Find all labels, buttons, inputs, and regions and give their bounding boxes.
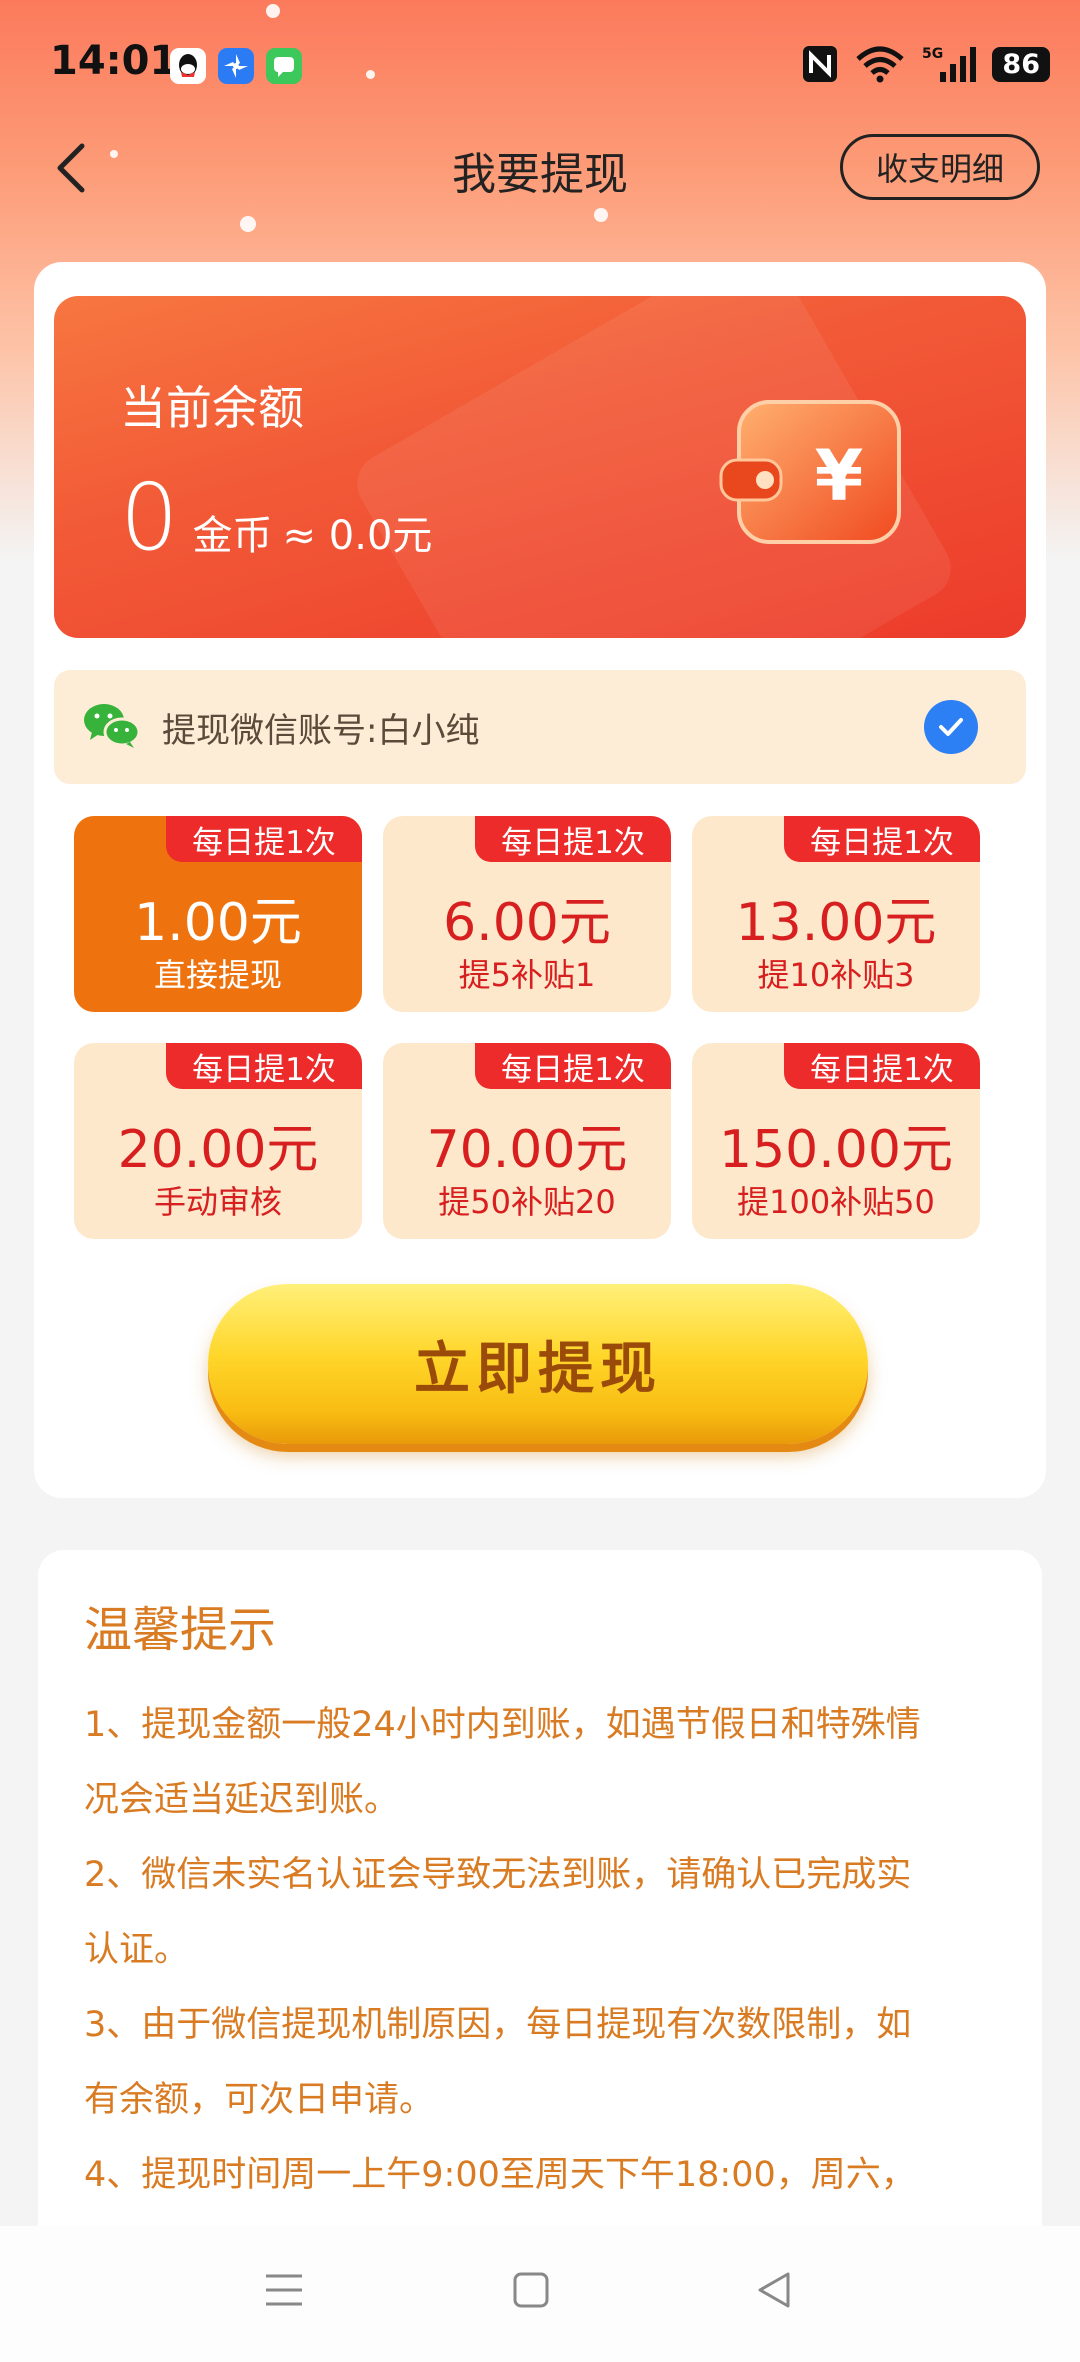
tips-title: 温馨提示 (84, 1602, 277, 1658)
daily-limit-badge: 每日提1次 (784, 1043, 980, 1089)
balance-approx: ≈ 0.0元 (282, 513, 433, 559)
status-time: 14:01 (50, 38, 178, 84)
back-triangle-icon[interactable] (754, 2270, 794, 2310)
check-icon[interactable] (924, 700, 978, 754)
balance-unit: 金币 (192, 513, 273, 559)
option-amount: 1.00元 (134, 893, 302, 953)
tip-line: 3、由于微信提现机制原因，每日提现有次数限制，如 (84, 2005, 912, 2045)
wechat-account-row[interactable]: 提现微信账号:白小纯 (54, 670, 1026, 784)
daily-limit-badge: 每日提1次 (475, 1043, 671, 1089)
battery-icon: 86 (992, 46, 1050, 82)
income-detail-button[interactable]: 收支明细 (840, 134, 1040, 200)
tip-line: 有余额，可次日申请。 (84, 2080, 435, 2120)
wifi-icon (856, 46, 905, 83)
option-subtitle: 提5补贴1 (458, 956, 596, 994)
option-subtitle: 提10补贴3 (757, 956, 915, 994)
wechat-account-label: 提现微信账号:白小纯 (162, 710, 480, 751)
option-subtitle: 直接提现 (153, 956, 282, 994)
option-subtitle: 手动审核 (153, 1183, 282, 1221)
wechat-icon (84, 704, 140, 748)
amount-option[interactable]: 每日提1次 20.00元 手动审核 (74, 1043, 362, 1239)
decor-dot (594, 208, 608, 222)
signal-icon: 5G (922, 46, 977, 82)
amount-option[interactable]: 每日提1次 6.00元 提5补贴1 (383, 816, 671, 1012)
balance-value-row: 0 金币 ≈ 0.0元 (120, 472, 432, 564)
withdraw-now-button[interactable]: 立即提现 (208, 1284, 868, 1444)
daily-limit-badge: 每日提1次 (475, 816, 671, 862)
menu-icon[interactable] (264, 2270, 304, 2310)
decor-dot (240, 216, 256, 232)
tip-line: 4、提现时间周一上午9:00至周天下午18:00，周六， (84, 2155, 916, 2195)
amount-option[interactable]: 每日提1次 13.00元 提10补贴3 (692, 816, 980, 1012)
option-amount: 70.00元 (426, 1120, 628, 1180)
balance-card: 当前余额 0 金币 ≈ 0.0元 ¥ (54, 296, 1026, 638)
status-icons: 5G 86 (802, 44, 1050, 84)
network-label: 5G (922, 46, 943, 62)
wallet-icon: ¥ (719, 400, 901, 544)
tip-line: 况会适当延迟到账。 (84, 1780, 400, 1820)
option-subtitle: 提50补贴20 (438, 1183, 616, 1221)
amount-option[interactable]: 每日提1次 1.00元 直接提现 (74, 816, 362, 1012)
home-icon[interactable] (512, 2270, 550, 2310)
qq-icon (170, 48, 206, 84)
status-bar: 14:01 5G 86 (0, 0, 1080, 130)
daily-limit-badge: 每日提1次 (166, 816, 362, 862)
message-icon (266, 48, 302, 84)
daily-limit-badge: 每日提1次 (166, 1043, 362, 1089)
tip-line: 2、微信未实名认证会导致无法到账，请确认已完成实 (84, 1855, 912, 1895)
tip-line: 认证。 (84, 1930, 190, 1970)
tips-list: 1、提现金额一般24小时内到账，如遇节假日和特殊情 况会适当延迟到账。 2、微信… (84, 1688, 1020, 2213)
withdraw-card: 当前余额 0 金币 ≈ 0.0元 ¥ 提现微信账号:白小纯 每日提1次 1.00… (34, 262, 1046, 1498)
option-amount: 13.00元 (735, 893, 937, 953)
wallet-yen: ¥ (815, 435, 864, 517)
balance-label: 当前余额 (120, 381, 304, 435)
tip-line: 1、提现金额一般24小时内到账，如遇节假日和特殊情 (84, 1705, 921, 1745)
amount-option[interactable]: 每日提1次 70.00元 提50补贴20 (383, 1043, 671, 1239)
nfc-icon (803, 46, 838, 82)
option-amount: 6.00元 (443, 893, 611, 953)
balance-amount: 0 (120, 464, 179, 571)
pinwheel-icon (218, 48, 254, 84)
withdraw-now-label: 立即提现 (414, 1336, 662, 1402)
option-amount: 20.00元 (117, 1120, 319, 1180)
amount-option[interactable]: 每日提1次 150.00元 提100补贴50 (692, 1043, 980, 1239)
option-amount: 150.00元 (719, 1120, 953, 1180)
daily-limit-badge: 每日提1次 (784, 816, 980, 862)
option-subtitle: 提100补贴50 (737, 1183, 935, 1221)
system-nav-bar (0, 2226, 1080, 2362)
